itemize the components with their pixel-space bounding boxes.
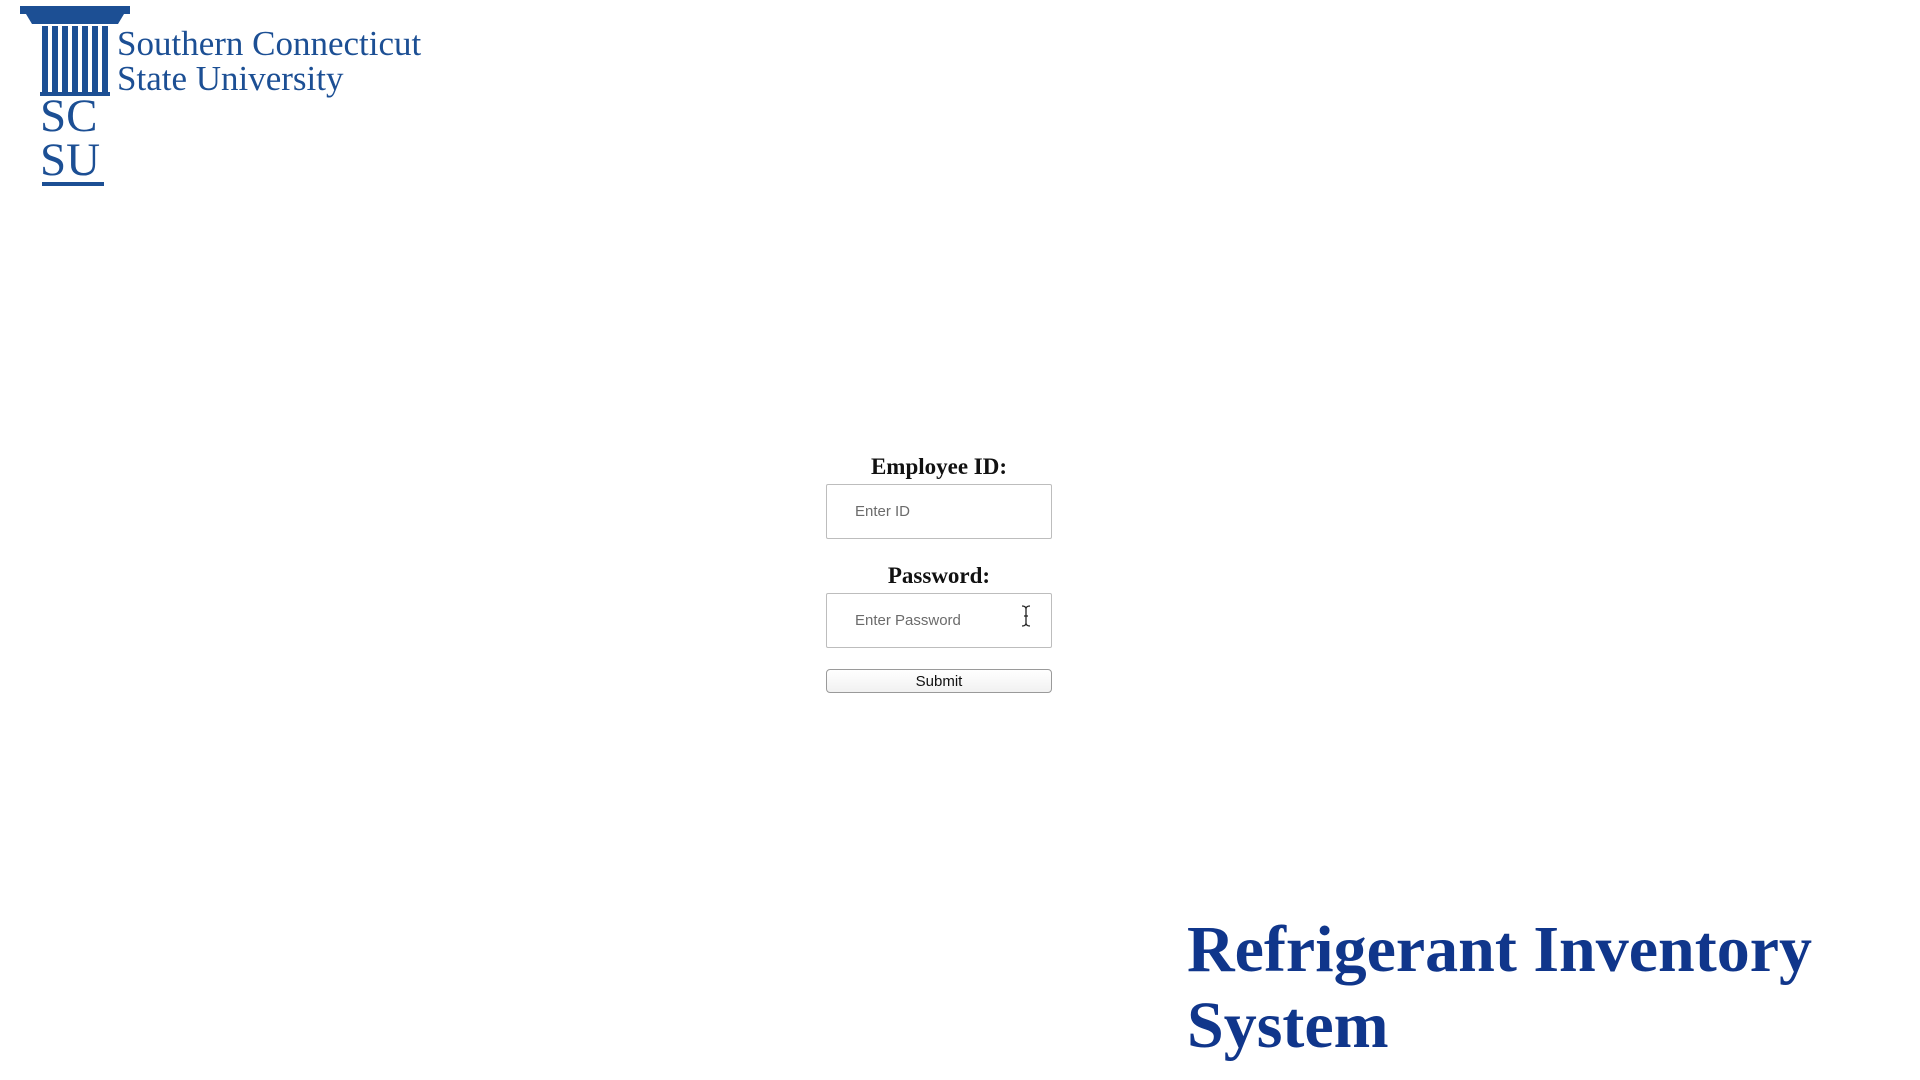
password-label: Password: <box>887 563 991 588</box>
text-cursor-icon <box>1021 605 1031 627</box>
app-title-line-1: Refrigerant Inventory <box>1187 913 1813 986</box>
scsu-logo: Southern Connecticut State University SC… <box>20 6 480 186</box>
logo-initials-bottom: SU <box>40 134 101 186</box>
logo-line-2: State University <box>117 59 344 98</box>
logo-line-1: Southern Connecticut <box>117 24 422 63</box>
password-input[interactable] <box>826 593 1052 648</box>
column-icon <box>20 6 130 96</box>
app-title: Refrigerant Inventory System <box>1187 912 1812 1064</box>
app-title-line-2: System <box>1187 989 1389 1062</box>
submit-button[interactable]: Submit <box>826 669 1052 693</box>
logo-underline <box>42 182 104 186</box>
employee-id-input[interactable] <box>826 484 1052 539</box>
logo-initials: SC SU <box>40 90 101 186</box>
logo-wordmark: Southern Connecticut State University <box>117 26 421 96</box>
employee-id-label: Employee ID: <box>870 454 1008 479</box>
login-form: Employee ID: Password: Submit <box>826 450 1052 693</box>
logo-initials-top: SC <box>40 90 98 142</box>
